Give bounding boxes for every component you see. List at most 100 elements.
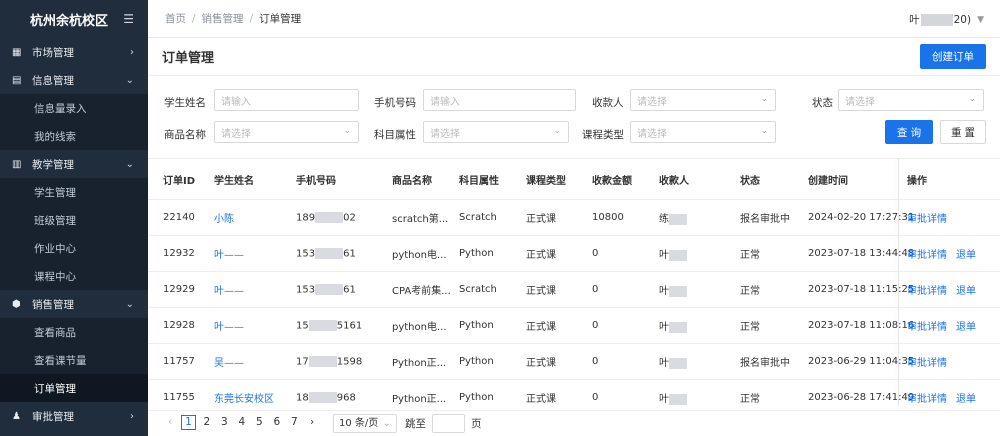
column-header: 商品名称 xyxy=(392,175,432,187)
sidebar-item-label: 我的线索 xyxy=(34,130,76,143)
sidebar-item-my-leads[interactable]: 我的线索 xyxy=(0,122,148,150)
sidebar-group-teaching[interactable]: ▥ 教学管理 ⌄ xyxy=(0,150,148,178)
page-suffix-label: 页 xyxy=(471,418,482,430)
redacted-mask xyxy=(308,319,337,331)
column-header: 收款人 xyxy=(659,175,689,187)
phone-cell: 18 968 xyxy=(296,391,356,404)
sidebar-item-courses[interactable]: 课程中心 xyxy=(0,262,148,290)
refund-link[interactable]: 退单 xyxy=(956,246,976,261)
user-menu[interactable]: 叶 20) ▼ xyxy=(909,12,984,27)
course-type-select[interactable]: 请选择 ⌄ xyxy=(630,121,776,143)
main-content: 首页 / 销售管理 / 订单管理 叶 20) ▼ 订单管理 创建订单 学生姓名 … xyxy=(148,0,1000,436)
reset-button[interactable]: 重 置 xyxy=(940,120,986,144)
table-header: 订单ID 学生姓名 手机号码 商品名称 科目属性 课程类型 收款金额 收款人 状… xyxy=(148,159,1000,199)
sidebar-group-info[interactable]: ▤ 信息管理 ⌄ xyxy=(0,66,148,94)
redacted-mask xyxy=(920,13,953,26)
amount-cell: 0 xyxy=(592,320,599,331)
page-size-select[interactable]: 10 条/页 ⌄ xyxy=(333,414,397,433)
course-type-cell: 正式课 xyxy=(526,250,556,261)
page-number[interactable]: 3 xyxy=(221,416,228,428)
status-select[interactable]: 请选择 ⌄ xyxy=(838,89,984,111)
phone-prefix: 18 xyxy=(296,392,309,404)
table-row: 12928 叶—— 15 5161 python电... Python 正式课 0 叶正常 202… xyxy=(148,307,1000,343)
user-name-suffix: 20) xyxy=(953,13,972,26)
refund-link[interactable]: 退单 xyxy=(956,282,976,297)
subject-cell: Scratch xyxy=(459,212,497,223)
menu-collapse-icon[interactable]: ☰ xyxy=(123,12,134,26)
order-id-cell: 12928 xyxy=(163,320,195,331)
create-order-button[interactable]: 创建订单 xyxy=(920,44,986,69)
amount-cell: 0 xyxy=(592,248,599,259)
sidebar-item-orders[interactable]: 订单管理 xyxy=(0,374,148,402)
placeholder: 请选择 xyxy=(637,128,667,140)
sidebar-item-label: 班级管理 xyxy=(34,214,76,227)
student-name-link[interactable]: 东莞长安校区 xyxy=(214,390,274,405)
column-header: 状态 xyxy=(740,175,760,187)
sidebar-item-lesson-volume[interactable]: 查看课节量 xyxy=(0,346,148,374)
phone-cell: 15 5161 xyxy=(296,319,362,332)
sidebar-item-info-entry[interactable]: 信息量录入 xyxy=(0,94,148,122)
page-number[interactable]: 7 xyxy=(291,416,298,428)
amount-cell: 0 xyxy=(592,392,599,403)
user-name-prefix: 叶 xyxy=(909,14,920,26)
payee-cell: 叶 xyxy=(659,282,687,297)
student-name-link[interactable]: 叶—— xyxy=(214,282,244,297)
student-name-link[interactable]: 吴—— xyxy=(214,354,244,369)
approval-detail-link[interactable]: 审批详情 xyxy=(907,354,947,369)
approval-detail-link[interactable]: 审批详情 xyxy=(907,318,947,333)
refund-link[interactable]: 退单 xyxy=(956,318,976,333)
prev-page-icon[interactable]: ‹ xyxy=(168,416,172,428)
status-cell: 正常 xyxy=(740,394,760,405)
student-name-link[interactable]: 小陈 xyxy=(214,210,234,225)
student-name-link[interactable]: 叶—— xyxy=(214,318,244,333)
status-cell: 报名审批中 xyxy=(740,214,790,225)
phone-input[interactable]: 请输入 xyxy=(423,89,576,111)
next-page-icon[interactable]: › xyxy=(310,416,314,428)
page-number[interactable]: 6 xyxy=(274,416,281,428)
product-select[interactable]: 请选择 ⌄ xyxy=(214,121,359,143)
sidebar-group-label: 销售管理 xyxy=(32,298,74,311)
subject-cell: Python xyxy=(459,392,494,403)
redacted-mask xyxy=(669,285,687,297)
sidebar-item-products[interactable]: 查看商品 xyxy=(0,318,148,346)
page-number[interactable]: 4 xyxy=(239,416,246,428)
page-number[interactable]: 5 xyxy=(256,416,263,428)
query-button[interactable]: 查 询 xyxy=(885,120,933,144)
approval-detail-link[interactable]: 审批详情 xyxy=(907,246,947,261)
page-number[interactable]: 1 xyxy=(181,415,196,430)
phone-prefix: 15 xyxy=(296,320,309,332)
sidebar-item-homework[interactable]: 作业中心 xyxy=(0,234,148,262)
refund-link[interactable]: 退单 xyxy=(956,390,976,405)
page-number[interactable]: 2 xyxy=(204,416,211,428)
status-cell: 正常 xyxy=(740,250,760,261)
subject-cell: Python xyxy=(459,356,494,367)
student-name-input[interactable]: 请输入 xyxy=(214,89,359,111)
phone-cell: 189 02 xyxy=(296,211,356,223)
sidebar-item-classes[interactable]: 班级管理 xyxy=(0,206,148,234)
sidebar-group-sales[interactable]: ⬢ 销售管理 ⌄ xyxy=(0,290,148,318)
sidebar-group-market[interactable]: ▦ 市场管理 › xyxy=(0,38,148,66)
approval-detail-link[interactable]: 审批详情 xyxy=(907,390,947,405)
breadcrumb-home[interactable]: 首页 xyxy=(165,11,186,26)
phone-label: 手机号码 xyxy=(374,97,416,109)
breadcrumb-sales[interactable]: 销售管理 xyxy=(202,11,244,26)
approval-detail-link[interactable]: 审批详情 xyxy=(907,210,947,225)
sidebar-item-students[interactable]: 学生管理 xyxy=(0,178,148,206)
subject-select[interactable]: 请选择 ⌄ xyxy=(423,121,569,143)
student-name-link[interactable]: 叶—— xyxy=(214,246,244,261)
goto-page-input[interactable] xyxy=(432,414,465,433)
course-type-cell: 正式课 xyxy=(526,286,556,297)
sidebar-group-approval[interactable]: ♟ 审批管理 › xyxy=(0,402,148,430)
caret-down-icon: ▼ xyxy=(977,14,984,25)
document-icon: ▤ xyxy=(12,74,22,86)
phone-cell: 153 61 xyxy=(296,247,356,259)
topbar: 首页 / 销售管理 / 订单管理 叶 20) ▼ xyxy=(148,0,1000,38)
approval-detail-link[interactable]: 审批详情 xyxy=(907,282,947,297)
redacted-mask xyxy=(315,247,344,259)
course-type-cell: 正式课 xyxy=(526,214,556,225)
payee-select[interactable]: 请选择 ⌄ xyxy=(630,89,776,111)
column-header: 课程类型 xyxy=(526,175,566,187)
chevron-down-icon: ⌄ xyxy=(125,158,134,170)
product-cell: python电... xyxy=(392,250,447,261)
chevron-down-icon: ⌄ xyxy=(343,126,351,136)
